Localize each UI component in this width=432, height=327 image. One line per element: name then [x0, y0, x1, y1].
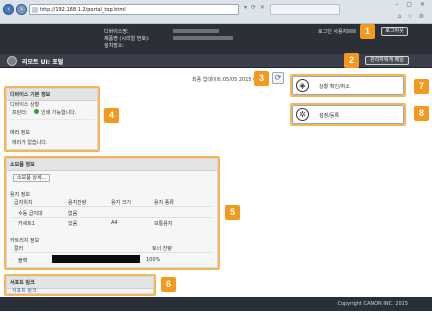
paper-col-level: 용지잔량	[68, 200, 87, 206]
device-name-label: 디바이스명:	[104, 29, 129, 35]
logout-button[interactable]: 로그아웃	[381, 27, 408, 36]
forward-icon[interactable]: ›	[16, 4, 27, 15]
bottom-strip	[0, 311, 432, 327]
support-link[interactable]: 서포트 링크	[12, 287, 37, 294]
window-controls-icon[interactable]: – ▢ ✕	[395, 1, 428, 8]
mail-admin-button[interactable]: 관리자에게 메일	[365, 56, 409, 65]
product-name-label: 제품명 (시리얼 번호):	[104, 36, 150, 42]
toner-level-bar	[52, 255, 140, 263]
remote-ui-logo-icon	[7, 56, 17, 66]
callout-7: 7	[414, 79, 429, 94]
last-updated-text: 최종 업데이트:05/05 2015 0	[192, 77, 257, 83]
location-label: 설치장소:	[104, 43, 125, 49]
product-name-value	[173, 36, 233, 40]
cartridge-col-color: 컬러	[14, 246, 24, 252]
paper-row-1-source: 수동 급지대	[18, 211, 43, 217]
device-status-heading: 디바이스 상황	[10, 102, 40, 108]
status-ok-icon	[34, 109, 39, 114]
consumables-detail-button[interactable]: 소모품 상세...	[13, 174, 51, 182]
login-user-value	[346, 29, 356, 33]
error-text: 에러가 없습니다.	[12, 140, 48, 146]
paper-row-2-level: 있음	[68, 221, 78, 227]
device-info-heading: 디바이스 기본 정보	[7, 89, 97, 101]
cartridge-col-level: 토너 잔량	[152, 246, 172, 252]
paper-row-1-level: 없음	[68, 211, 78, 217]
back-icon[interactable]: ‹	[3, 4, 14, 15]
callout-3: 3	[254, 71, 269, 86]
paper-row-2-source: 카세트1	[18, 221, 35, 227]
toolbar-icons[interactable]: ⌂ ☆ ⚙	[398, 13, 426, 20]
address-bar[interactable]: http://192.168.1.2/portal_top.html	[29, 4, 239, 15]
status-monitor-label: 상황 확인/취소	[319, 84, 350, 90]
browser-tab[interactable]	[270, 4, 340, 15]
paper-row-2-type: 보통용지	[154, 221, 173, 227]
table-divider	[12, 217, 212, 218]
callout-6: 6	[161, 277, 176, 292]
paper-col-type: 용지 종류	[154, 200, 174, 206]
printer-status-text: 인쇄 가능합니다.	[41, 110, 77, 116]
copyright-text: Copyright CANON INC. 2015	[337, 301, 408, 307]
refresh-icon[interactable]: ⟳	[272, 72, 284, 84]
status-monitor-icon: ◈	[296, 79, 309, 92]
paper-row-2-size: A4	[111, 220, 118, 226]
callout-4: 4	[104, 108, 119, 123]
error-heading: 에러 정보	[10, 130, 30, 136]
address-tools-icon[interactable]: ▾ ⟳ ✕	[244, 4, 266, 11]
callout-8: 8	[414, 106, 429, 121]
callout-5: 5	[225, 205, 240, 220]
callout-2: 2	[344, 53, 359, 68]
page-icon	[32, 7, 38, 13]
table-divider	[12, 206, 212, 207]
paper-info-heading: 용지 정보	[10, 192, 30, 198]
footer: Copyright CANON INC. 2015	[0, 297, 432, 311]
paper-col-source: 급지위치	[14, 200, 33, 206]
url-text: http://192.168.1.2/portal_top.html	[40, 7, 126, 13]
device-name-value	[173, 29, 219, 33]
login-user-label: 로그인 사용자:	[318, 29, 349, 35]
cartridge-row-color: 블랙	[18, 258, 28, 264]
cartridge-row-level: 100%	[146, 257, 161, 263]
settings-button[interactable]: ✲ 설정/등록	[292, 105, 404, 124]
page-title: 리모트 UI: 포털	[22, 59, 64, 66]
paper-col-size: 용지 크기	[111, 200, 131, 206]
printer-label: 프린터:	[12, 110, 28, 116]
callout-1: 1	[360, 24, 375, 39]
status-monitor-button[interactable]: ◈ 상황 확인/취소	[292, 76, 404, 95]
divider	[10, 119, 94, 120]
browser-chrome: ‹ › http://192.168.1.2/portal_top.html ▾…	[0, 0, 432, 24]
settings-label: 설정/등록	[319, 113, 340, 119]
portal-title-bar: 리모트 UI: 포털 관리자에게 메일	[0, 54, 432, 68]
cartridge-info-heading: 카트리지 정보	[10, 238, 40, 244]
consumables-heading: 소모품 정보	[7, 159, 217, 171]
table-divider	[12, 252, 212, 253]
settings-icon: ✲	[296, 108, 309, 121]
